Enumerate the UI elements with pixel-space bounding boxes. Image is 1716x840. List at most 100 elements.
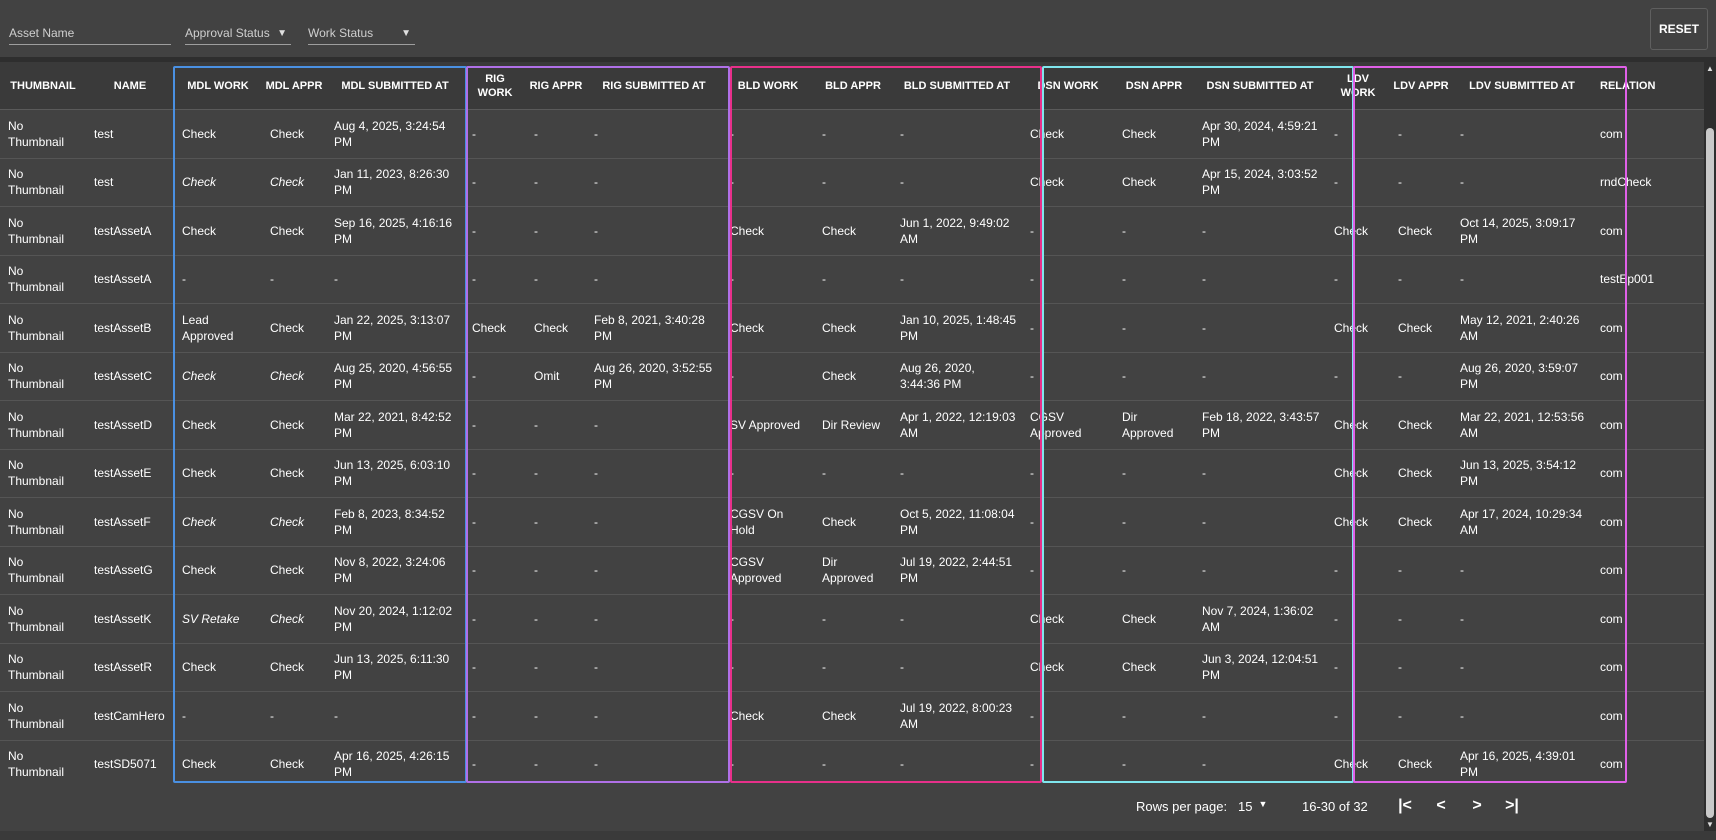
mdl-work-cell[interactable]: - [174, 255, 262, 304]
mdl-work-cell[interactable]: Check [174, 497, 262, 547]
table-row[interactable]: No Thumbnail testCamHero - - - - - - Check Check J… [0, 691, 1704, 741]
rig-work-cell[interactable]: - [464, 546, 526, 595]
rig-work-cell[interactable]: - [464, 109, 526, 159]
column-header[interactable]: RIG WORK [464, 62, 526, 110]
bld-work-cell[interactable]: - [722, 449, 814, 498]
table-row[interactable]: No Thumbnail testAssetE Check Check Jun 13, … [0, 449, 1704, 498]
mdl-appr-cell[interactable]: Check [262, 303, 326, 353]
table-row[interactable]: No Thumbnail testAssetK SV Retake Check Nov … [0, 594, 1704, 644]
work-status-select[interactable]: Work Status ▼ [308, 22, 415, 45]
bld-appr-cell[interactable]: - [814, 158, 892, 207]
approval-status-select[interactable]: Approval Status ▼ [185, 22, 291, 45]
column-header[interactable]: DSN SUBMITTED AT [1194, 62, 1326, 110]
rig-appr-cell[interactable]: - [526, 158, 586, 207]
chevron-right-icon[interactable]: > [1466, 795, 1488, 817]
mdl-work-cell[interactable]: SV Retake [174, 594, 262, 644]
table-row[interactable]: No Thumbnail testAssetR Check Check Jun 13, … [0, 643, 1704, 692]
bld-appr-cell[interactable]: - [814, 255, 892, 304]
bld-work-cell[interactable]: - [722, 740, 814, 789]
table-row[interactable]: No Thumbnail testAssetC Check Check Aug 25, … [0, 352, 1704, 401]
dsn-appr-cell[interactable]: - [1114, 546, 1194, 595]
rig-work-cell[interactable]: - [464, 594, 526, 644]
rig-appr-cell[interactable]: - [526, 449, 586, 498]
ldv-work-cell[interactable]: Check [1326, 400, 1390, 450]
rig-appr-cell[interactable]: - [526, 594, 586, 644]
dsn-work-cell[interactable]: - [1022, 691, 1114, 741]
ldv-appr-cell[interactable]: Check [1390, 206, 1452, 256]
mdl-appr-cell[interactable]: - [262, 691, 326, 741]
dsn-work-cell[interactable]: - [1022, 206, 1114, 256]
rig-appr-cell[interactable]: - [526, 546, 586, 595]
bld-work-cell[interactable]: SV Approved [722, 400, 814, 450]
ldv-appr-cell[interactable]: Check [1390, 497, 1452, 547]
bld-appr-cell[interactable]: Check [814, 497, 892, 547]
bld-work-cell[interactable]: - [722, 643, 814, 692]
ldv-work-cell[interactable]: - [1326, 255, 1390, 304]
mdl-work-cell[interactable]: Check [174, 643, 262, 692]
rig-appr-cell[interactable]: Omit [526, 352, 586, 401]
mdl-work-cell[interactable]: Check [174, 546, 262, 595]
ldv-work-cell[interactable]: Check [1326, 497, 1390, 547]
ldv-appr-cell[interactable]: Check [1390, 303, 1452, 353]
rig-work-cell[interactable]: - [464, 158, 526, 207]
mdl-appr-cell[interactable]: Check [262, 206, 326, 256]
dsn-appr-cell[interactable]: Check [1114, 109, 1194, 159]
chevron-left-icon[interactable]: < [1430, 795, 1452, 817]
bld-work-cell[interactable]: - [722, 158, 814, 207]
column-header[interactable]: RIG APPR [526, 62, 586, 110]
column-header[interactable]: DSN WORK [1022, 62, 1114, 110]
mdl-work-cell[interactable]: Lead Approved [174, 303, 262, 353]
ldv-work-cell[interactable]: - [1326, 691, 1390, 741]
dsn-appr-cell[interactable]: - [1114, 255, 1194, 304]
asset-name-input[interactable]: Asset Name [9, 22, 171, 45]
column-header[interactable]: MDL APPR [262, 62, 326, 110]
ldv-work-cell[interactable]: - [1326, 158, 1390, 207]
dsn-work-cell[interactable]: Check [1022, 594, 1114, 644]
mdl-appr-cell[interactable]: Check [262, 352, 326, 401]
table-row[interactable]: No Thumbnail test Check Check Aug 4, 2025, 3… [0, 109, 1704, 159]
mdl-work-cell[interactable]: Check [174, 109, 262, 159]
mdl-work-cell[interactable]: Check [174, 740, 262, 789]
ldv-work-cell[interactable]: - [1326, 352, 1390, 401]
mdl-appr-cell[interactable]: Check [262, 158, 326, 207]
rig-appr-cell[interactable]: Check [526, 303, 586, 353]
ldv-appr-cell[interactable]: Check [1390, 740, 1452, 789]
mdl-appr-cell[interactable]: Check [262, 594, 326, 644]
bld-work-cell[interactable]: - [722, 594, 814, 644]
rig-work-cell[interactable]: - [464, 643, 526, 692]
rig-work-cell[interactable]: - [464, 206, 526, 256]
vertical-scrollbar[interactable]: ▲ ▼ [1704, 62, 1716, 833]
rig-work-cell[interactable]: - [464, 449, 526, 498]
dsn-appr-cell[interactable]: - [1114, 449, 1194, 498]
rig-work-cell[interactable]: - [464, 740, 526, 789]
mdl-appr-cell[interactable]: Check [262, 643, 326, 692]
dsn-work-cell[interactable]: - [1022, 303, 1114, 353]
dsn-appr-cell[interactable]: - [1114, 497, 1194, 547]
mdl-work-cell[interactable]: Check [174, 158, 262, 207]
bld-appr-cell[interactable]: - [814, 740, 892, 789]
rig-appr-cell[interactable]: - [526, 255, 586, 304]
ldv-work-cell[interactable]: Check [1326, 303, 1390, 353]
bld-work-cell[interactable]: CGSV Approved [722, 546, 814, 595]
ldv-appr-cell[interactable]: - [1390, 352, 1452, 401]
mdl-appr-cell[interactable]: Check [262, 546, 326, 595]
bld-appr-cell[interactable]: - [814, 109, 892, 159]
rig-work-cell[interactable]: - [464, 352, 526, 401]
ldv-work-cell[interactable]: - [1326, 643, 1390, 692]
column-header[interactable]: MDL WORK [174, 62, 262, 110]
ldv-appr-cell[interactable]: - [1390, 594, 1452, 644]
rows-per-page-select[interactable]: 15 ▼ [1238, 799, 1267, 814]
column-header[interactable]: LDV APPR [1390, 62, 1452, 110]
column-header[interactable]: RELATION [1592, 62, 1704, 110]
rig-appr-cell[interactable]: - [526, 643, 586, 692]
ldv-appr-cell[interactable]: - [1390, 546, 1452, 595]
bld-work-cell[interactable]: - [722, 255, 814, 304]
ldv-work-cell[interactable]: - [1326, 594, 1390, 644]
dsn-work-cell[interactable]: - [1022, 497, 1114, 547]
dsn-appr-cell[interactable]: - [1114, 206, 1194, 256]
rig-appr-cell[interactable]: - [526, 109, 586, 159]
bld-appr-cell[interactable]: Check [814, 206, 892, 256]
ldv-work-cell[interactable]: Check [1326, 206, 1390, 256]
bld-appr-cell[interactable]: Check [814, 691, 892, 741]
ldv-appr-cell[interactable]: Check [1390, 400, 1452, 450]
